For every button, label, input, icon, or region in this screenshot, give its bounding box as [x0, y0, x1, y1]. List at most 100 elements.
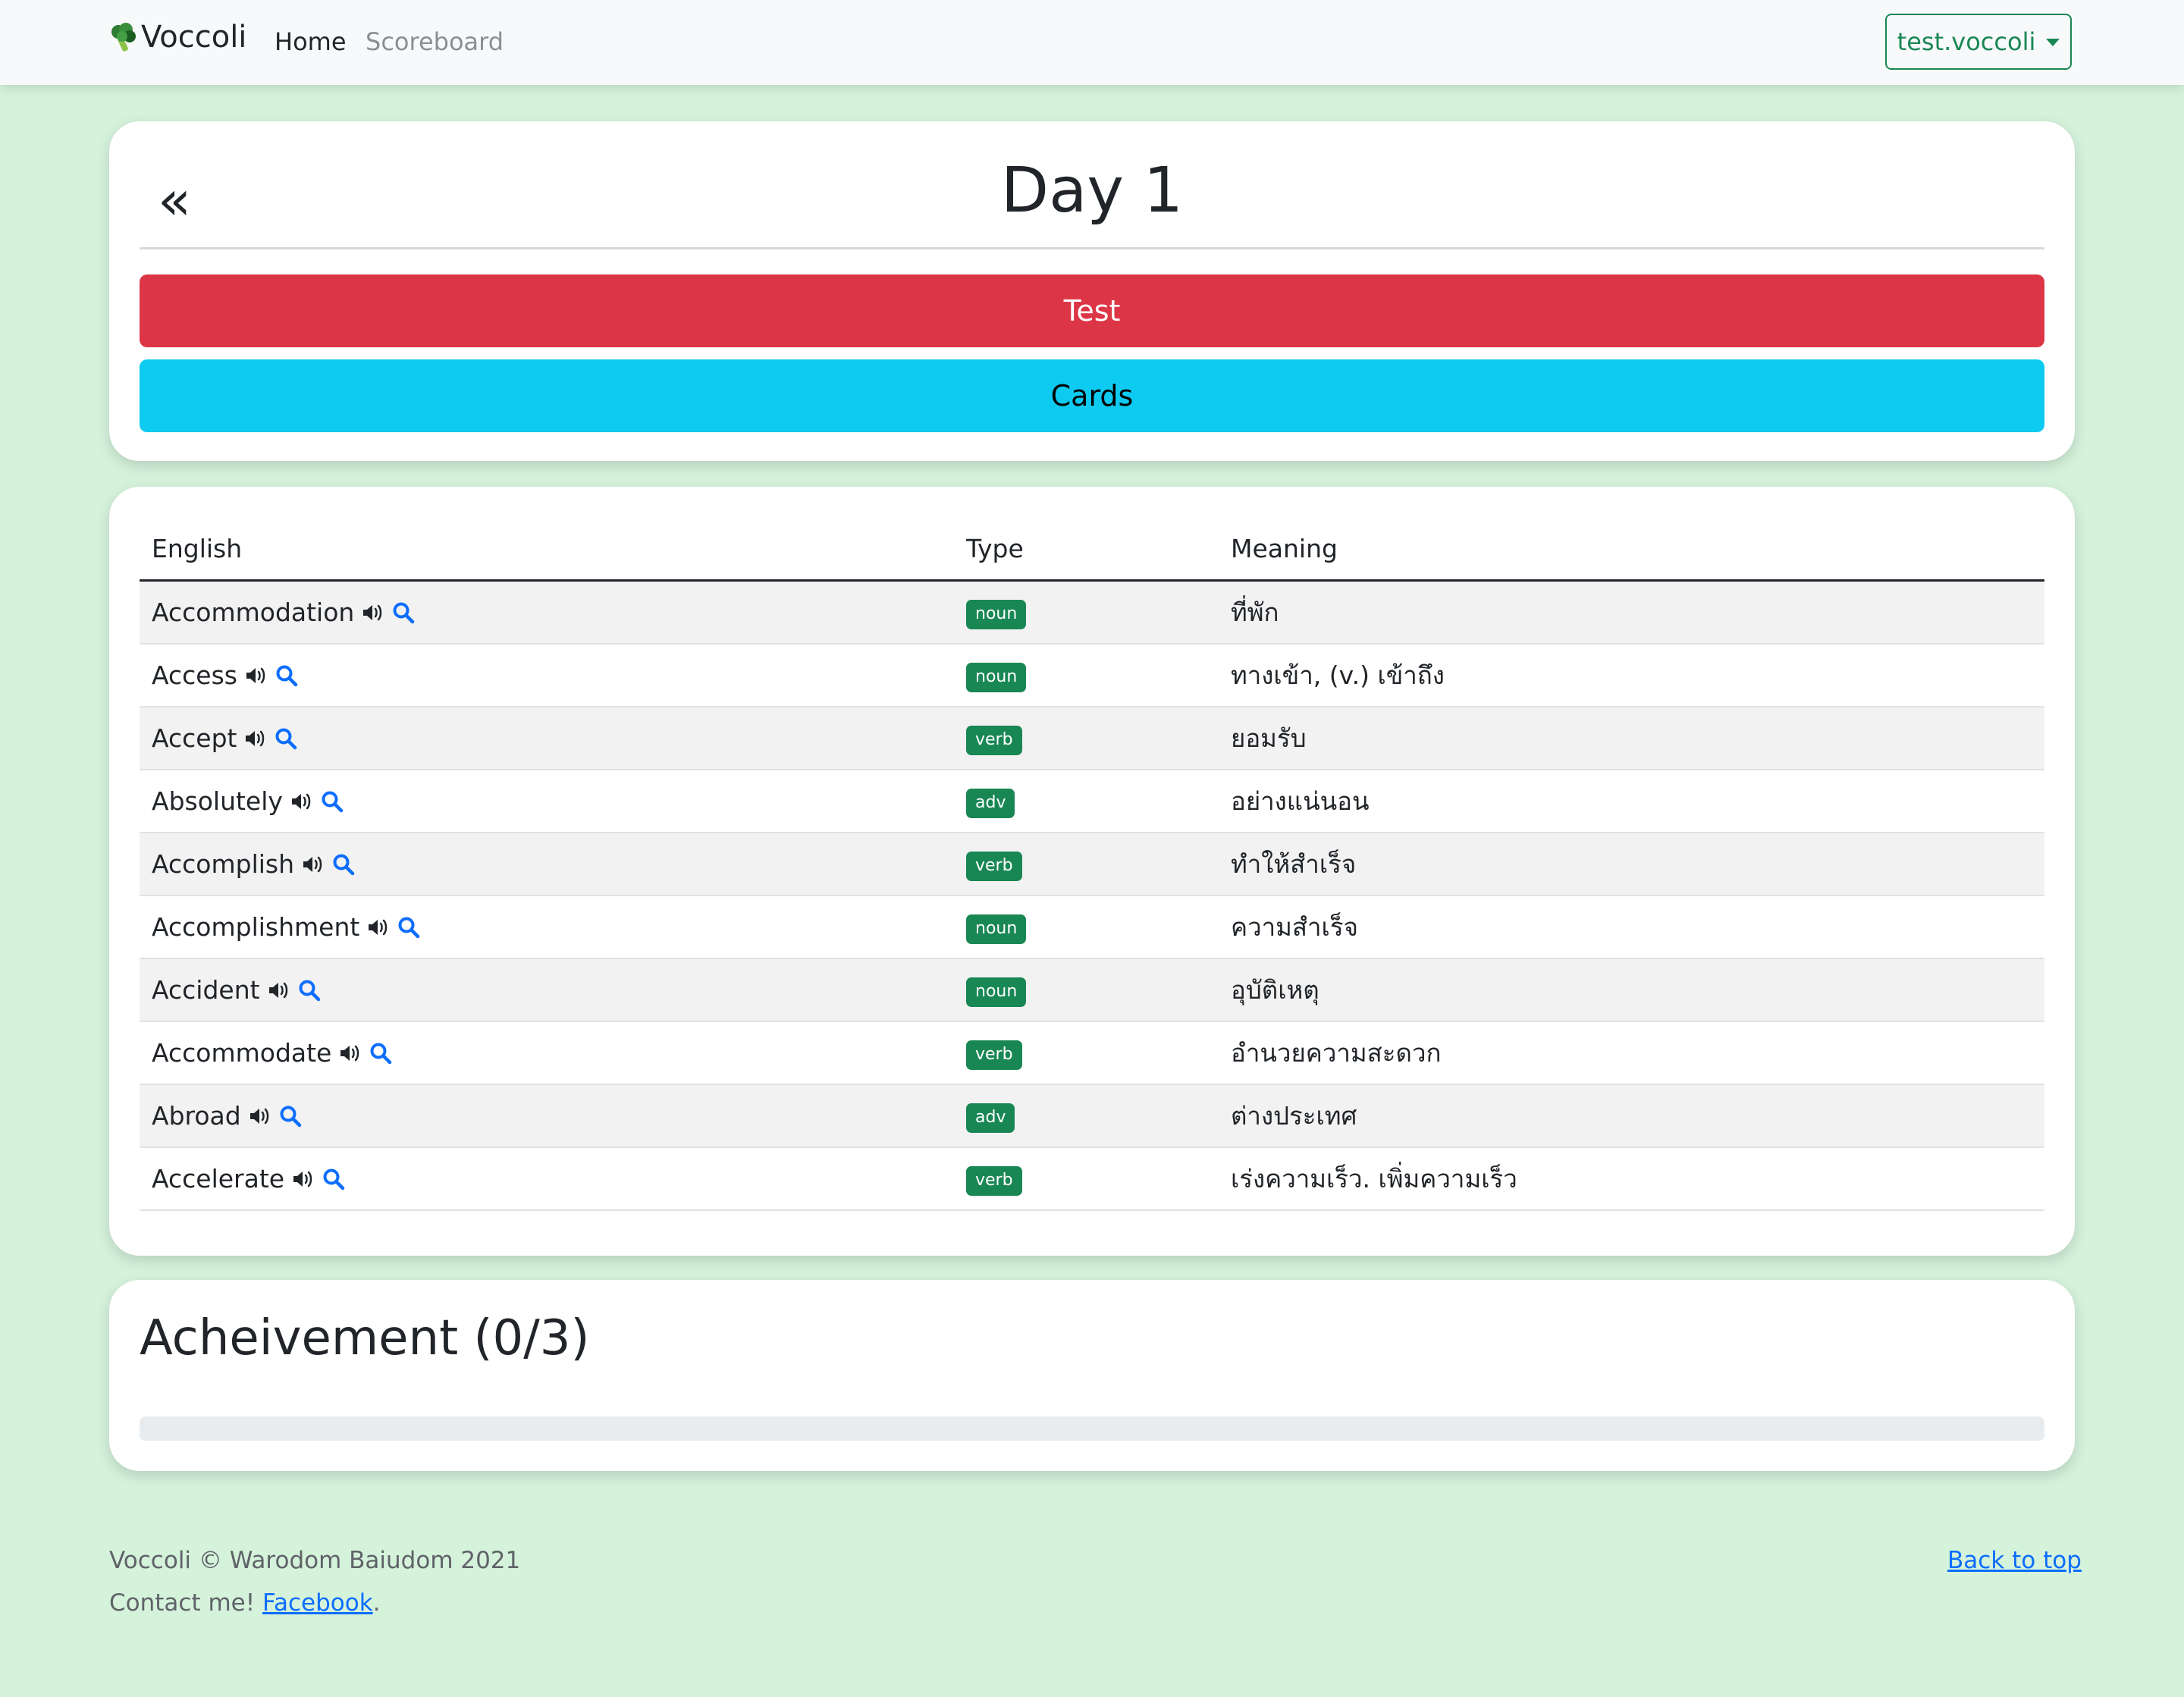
- brand-name: Voccoli: [141, 20, 247, 55]
- table-row: Accept verb ยอมรับ: [140, 707, 2044, 770]
- thai-meaning: เร่งความเร็ว. เพิ่มความเร็ว: [1231, 1164, 1517, 1194]
- cell-meaning: อุบัติเหตุ: [1219, 958, 2044, 1022]
- cell-english: Accommodation: [140, 580, 954, 645]
- cell-type: noun: [954, 896, 1219, 959]
- cell-meaning: ต่างประเทศ: [1219, 1084, 2044, 1148]
- search-icon[interactable]: [322, 1168, 345, 1190]
- table-row: Accelerate verb เร่งความเร็ว. เพิ่มความเร็…: [140, 1147, 2044, 1211]
- cell-type: noun: [954, 644, 1219, 707]
- speaker-icon[interactable]: [249, 1106, 271, 1126]
- word-cell: Accommodate: [152, 1038, 942, 1068]
- search-icon[interactable]: [392, 601, 415, 624]
- cell-meaning: ความสำเร็จ: [1219, 896, 2044, 959]
- cell-meaning: อย่างแน่นอน: [1219, 770, 2044, 833]
- speaker-icon[interactable]: [362, 603, 384, 623]
- header-type: Type: [954, 517, 1219, 582]
- cell-type: verb: [954, 833, 1219, 896]
- search-icon[interactable]: [369, 1042, 392, 1065]
- table-row: Accommodate verb อำนวยความสะดวก: [140, 1021, 2044, 1085]
- search-icon[interactable]: [397, 916, 420, 939]
- day-header-card: « Day 1 Test Cards: [109, 121, 2075, 461]
- search-icon[interactable]: [321, 790, 344, 813]
- cell-meaning: ที่พัก: [1219, 580, 2044, 645]
- thai-meaning: ต่างประเทศ: [1231, 1101, 1357, 1131]
- table-row: Accomplishment noun ความสำเร็จ: [140, 896, 2044, 959]
- cell-english: Accomplishment: [140, 896, 954, 959]
- cell-english: Abroad: [140, 1084, 954, 1148]
- facebook-link[interactable]: Facebook: [262, 1589, 373, 1617]
- header-meaning: Meaning: [1219, 517, 2044, 582]
- cell-meaning: อำนวยความสะดวก: [1219, 1021, 2044, 1085]
- contact-prefix: Contact me!: [109, 1589, 263, 1617]
- search-icon[interactable]: [279, 1105, 302, 1128]
- word-cell: Abroad: [152, 1101, 942, 1131]
- table-row: Abroad adv ต่างประเทศ: [140, 1084, 2044, 1148]
- cell-meaning: ทำให้สำเร็จ: [1219, 833, 2044, 896]
- cell-english: Accommodate: [140, 1021, 954, 1085]
- speaker-icon[interactable]: [292, 1169, 315, 1189]
- speaker-icon[interactable]: [290, 792, 313, 811]
- speaker-icon[interactable]: [245, 666, 268, 685]
- nav-scoreboard[interactable]: Scoreboard: [366, 27, 504, 56]
- table-body: Accommodation noun ที่พัก Access noun ทางเข้า…: [140, 580, 2044, 1211]
- word-cell: Accident: [152, 975, 942, 1005]
- type-badge: noun: [966, 600, 1027, 629]
- speaker-icon[interactable]: [268, 980, 290, 1000]
- table-row: Accident noun อุบัติเหตุ: [140, 958, 2044, 1022]
- header-english: English: [140, 517, 954, 582]
- cell-type: noun: [954, 580, 1219, 645]
- back-to-top-link[interactable]: Back to top: [1947, 1547, 2082, 1574]
- english-word: Accident: [152, 975, 260, 1005]
- type-badge: noun: [966, 977, 1027, 1007]
- table-header-row: English Type Meaning: [140, 517, 2044, 582]
- thai-meaning: อุบัติเหตุ: [1231, 975, 1320, 1005]
- cell-english: Absolutely: [140, 770, 954, 833]
- achievement-title: Acheivement (0/3): [140, 1310, 590, 1366]
- contact-line: Contact me! Facebook.: [109, 1589, 381, 1617]
- search-icon[interactable]: [332, 853, 355, 876]
- word-cell: Accomplishment: [152, 912, 942, 942]
- brand-link[interactable]: Voccoli: [108, 20, 246, 55]
- type-badge: verb: [966, 726, 1022, 755]
- type-badge: verb: [966, 1040, 1022, 1070]
- speaker-icon[interactable]: [339, 1043, 362, 1063]
- cell-english: Access: [140, 644, 954, 707]
- type-badge: verb: [966, 852, 1022, 881]
- english-word: Access: [152, 660, 237, 690]
- english-word: Abroad: [152, 1101, 241, 1131]
- thai-meaning: ความสำเร็จ: [1231, 912, 1358, 942]
- english-word: Accommodate: [152, 1038, 332, 1068]
- navbar: Voccoli Home Scoreboard test.voccoli: [0, 0, 2184, 85]
- cell-type: verb: [954, 707, 1219, 770]
- cell-meaning: ทางเข้า, (v.) เข้าถึง: [1219, 644, 2044, 707]
- thai-meaning: ทำให้สำเร็จ: [1231, 849, 1357, 879]
- word-cell: Accomplish: [152, 849, 942, 879]
- type-badge: adv: [966, 1103, 1015, 1133]
- search-icon[interactable]: [275, 664, 298, 687]
- nav-home[interactable]: Home: [275, 27, 347, 56]
- user-dropdown[interactable]: test.voccoli: [1885, 14, 2072, 70]
- speaker-icon[interactable]: [302, 855, 325, 874]
- english-word: Accomplishment: [152, 912, 360, 942]
- thai-meaning: ที่พัก: [1231, 598, 1279, 627]
- caret-down-icon: [2046, 39, 2060, 46]
- speaker-icon[interactable]: [244, 729, 267, 748]
- broccoli-icon: [111, 23, 136, 52]
- vocab-table: English Type Meaning Accommodation noun ที…: [140, 517, 2044, 1211]
- search-icon[interactable]: [298, 979, 321, 1002]
- type-badge: verb: [966, 1166, 1022, 1196]
- word-cell: Accommodation: [152, 598, 942, 627]
- cards-button[interactable]: Cards: [140, 359, 2044, 432]
- english-word: Accelerate: [152, 1164, 285, 1194]
- thai-meaning: ยอมรับ: [1231, 723, 1307, 753]
- speaker-icon[interactable]: [367, 918, 390, 937]
- test-button[interactable]: Test: [140, 274, 2044, 347]
- thai-meaning: อำนวยความสะดวก: [1231, 1038, 1442, 1068]
- cell-type: verb: [954, 1021, 1219, 1085]
- table-row: Absolutely adv อย่างแน่นอน: [140, 770, 2044, 833]
- cell-type: noun: [954, 958, 1219, 1022]
- type-badge: noun: [966, 914, 1027, 944]
- cell-english: Accident: [140, 958, 954, 1022]
- cell-type: adv: [954, 1084, 1219, 1148]
- search-icon[interactable]: [275, 727, 297, 750]
